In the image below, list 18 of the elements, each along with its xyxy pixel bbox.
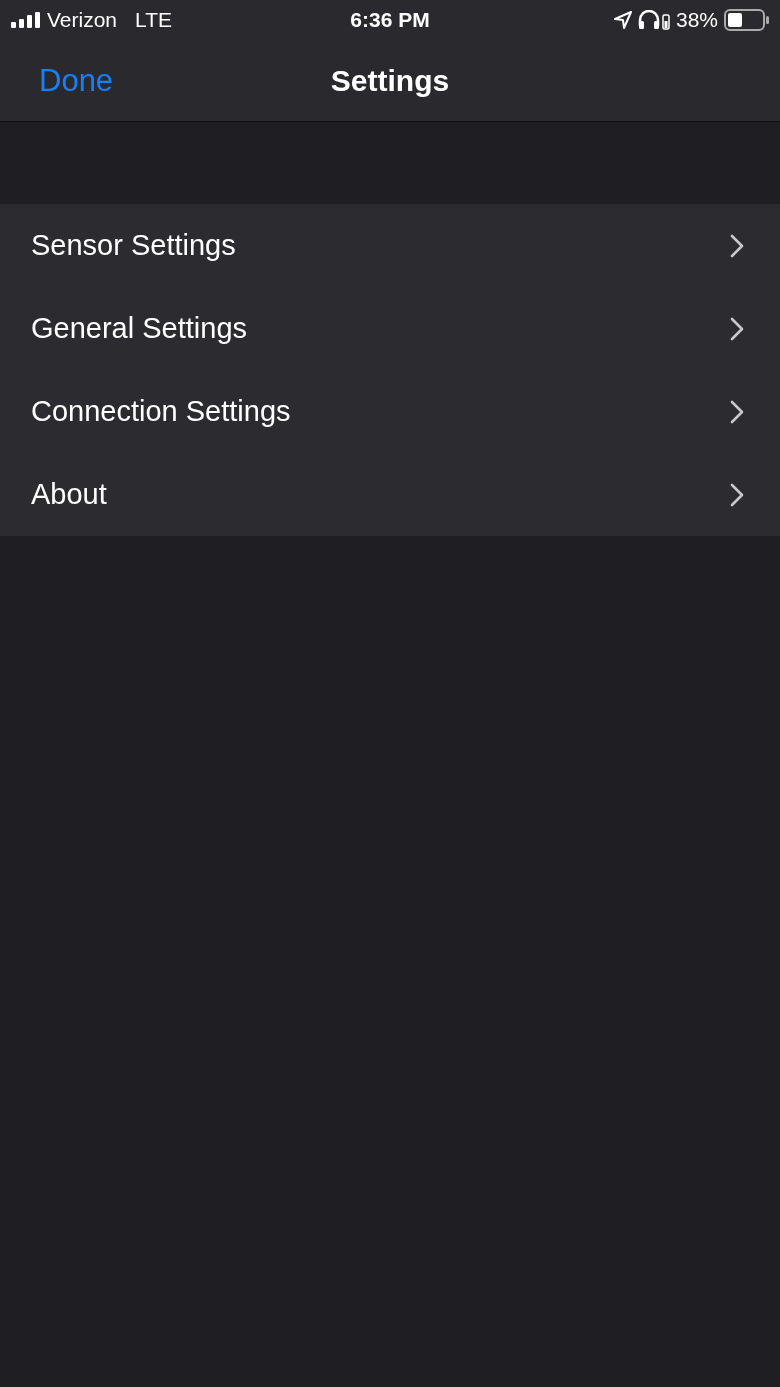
chevron-icon <box>730 233 744 258</box>
menu-row[interactable]: General Settings <box>0 287 780 370</box>
carrier-name: Verizon <box>47 8 118 32</box>
network-type: LTE <box>135 8 172 32</box>
menu-row[interactable]: Sensor Settings <box>0 204 780 287</box>
chevron-icon <box>730 482 744 507</box>
chevron-icon <box>730 399 744 424</box>
screen-title: Settings <box>329 63 451 98</box>
headphones-icon <box>637 10 670 30</box>
chevron-icon <box>730 316 744 341</box>
battery-icon <box>724 9 770 31</box>
status-time: 6:36 PM <box>349 8 431 32</box>
location-arrow-icon <box>613 11 632 29</box>
menu-row[interactable]: About <box>0 453 780 536</box>
signal-icon <box>11 12 41 28</box>
battery-percent: 38% <box>675 8 718 32</box>
menu-row[interactable]: Connection Settings <box>0 370 780 453</box>
done-button[interactable]: Done <box>39 62 114 99</box>
